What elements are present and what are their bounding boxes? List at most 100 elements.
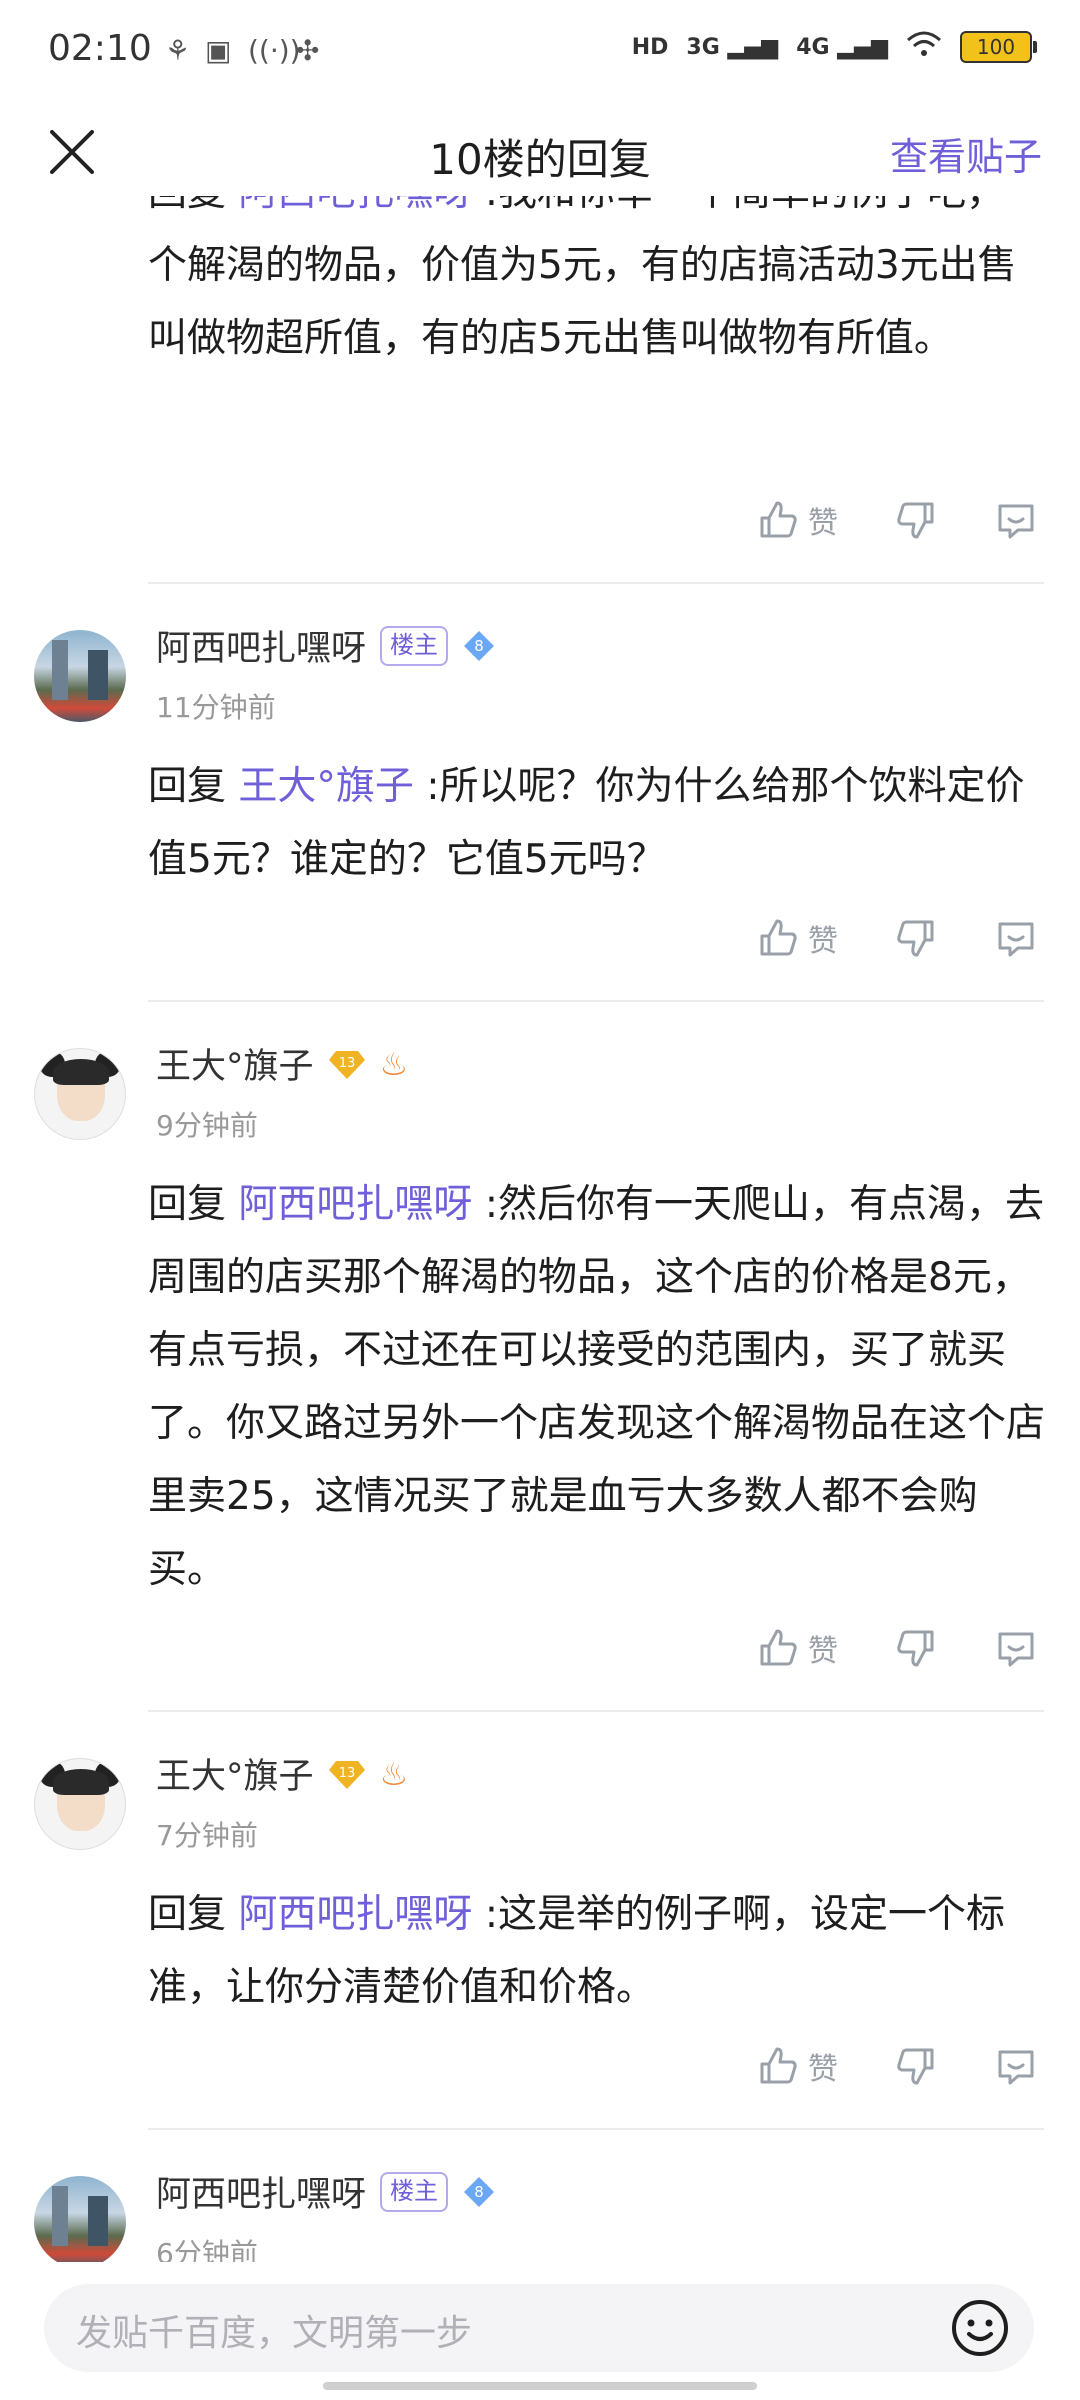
game-notification-icon: ▣ bbox=[205, 34, 232, 67]
reply-prefix: 回复 bbox=[148, 1182, 239, 1227]
thumbs-up-icon bbox=[760, 1629, 797, 1666]
reply-actions: 赞 bbox=[718, 490, 1038, 550]
status-bar: 02:10 ⚘ ▣ ((·)) ✣ HD 3G ▂▄▆ 4G ▂▄▆ 100 bbox=[0, 0, 1080, 100]
mention-link[interactable]: 王大°旗子 bbox=[238, 764, 414, 809]
timestamp: 7分钟前 bbox=[156, 1819, 258, 1852]
thumbs-down-icon bbox=[897, 1630, 934, 1667]
thumbs-down-icon bbox=[897, 920, 934, 957]
timestamp: 9分钟前 bbox=[156, 1109, 258, 1142]
thumbs-down-icon bbox=[897, 2048, 934, 2085]
thumbs-up-icon bbox=[760, 919, 797, 956]
reply-button[interactable] bbox=[994, 916, 1038, 960]
username[interactable]: 王大°旗子 bbox=[156, 1038, 314, 1089]
comment-icon bbox=[998, 2050, 1034, 2085]
emoji-icon[interactable] bbox=[948, 2296, 1012, 2360]
owner-badge: 楼主 bbox=[380, 625, 449, 666]
svg-text:13: 13 bbox=[338, 1056, 355, 1071]
user-row: 阿西吧扎嘿呀 楼主 8 bbox=[156, 620, 496, 671]
home-indicator[interactable] bbox=[323, 2382, 757, 2390]
reply-body: :然后你有一天爬山，有点渴，去周围的店买那个解渴的物品，这个店的价格是8元，有点… bbox=[148, 1182, 1046, 1592]
avatar[interactable] bbox=[34, 2176, 126, 2262]
mention-link[interactable]: 阿西吧扎嘿呀 bbox=[238, 196, 472, 215]
dislike-button[interactable] bbox=[894, 498, 938, 542]
wifi-icon bbox=[906, 30, 942, 64]
status-time: 02:10 bbox=[48, 28, 152, 69]
level-badge-icon: 8 bbox=[464, 630, 495, 661]
level-badge-icon: 13 bbox=[328, 1760, 365, 1789]
like-label: 赞 bbox=[808, 1634, 838, 1669]
reply-button[interactable] bbox=[994, 498, 1038, 542]
reply-actions: 赞 bbox=[718, 1618, 1038, 1678]
status-icons: HD 3G ▂▄▆ 4G ▂▄▆ 100 bbox=[631, 30, 1037, 64]
user-row: 王大°旗子 13 ♨ bbox=[156, 1038, 408, 1089]
svg-text:8: 8 bbox=[474, 637, 484, 655]
thumbs-down-icon bbox=[897, 502, 934, 539]
username[interactable]: 王大°旗子 bbox=[156, 1748, 314, 1799]
divider bbox=[148, 582, 1044, 584]
fan-medal-icon: ♨ bbox=[379, 1044, 409, 1083]
comment-placeholder: 发贴千百度，文明第一步 bbox=[76, 2313, 473, 2354]
avatar[interactable] bbox=[34, 1758, 126, 1850]
user-row: 王大°旗子 13 ♨ bbox=[156, 1748, 408, 1799]
reply-actions: 赞 bbox=[718, 908, 1038, 968]
comment-input[interactable]: 发贴千百度，文明第一步 bbox=[44, 2284, 1034, 2372]
signal-3g-label: 3G bbox=[686, 34, 720, 60]
timestamp: 6分钟前 bbox=[156, 2237, 258, 2262]
level-badge-icon: 13 bbox=[328, 1050, 365, 1079]
reply-button[interactable] bbox=[994, 1626, 1038, 1670]
reply-prefix: 回复 bbox=[148, 196, 238, 215]
reply-body: :我和你举一个简单的例子吧，一个解渴的物品，价值为5元，有的店搞活动3元出售叫做… bbox=[148, 196, 1044, 361]
dislike-button[interactable] bbox=[894, 916, 938, 960]
like-label: 赞 bbox=[808, 924, 838, 959]
svg-text:13: 13 bbox=[338, 1766, 355, 1781]
fan-icon: ✣ bbox=[296, 34, 320, 67]
comment-icon bbox=[998, 504, 1034, 539]
comment-icon bbox=[998, 922, 1034, 957]
avatar[interactable] bbox=[34, 1048, 126, 1140]
reply-text: 回复 阿西吧扎嘿呀 :然后你有一天爬山，有点渴，去周围的店买那个解渴的物品，这个… bbox=[148, 1168, 1048, 1606]
like-button[interactable]: 赞 bbox=[756, 1626, 838, 1670]
view-post-link[interactable]: 查看贴子 bbox=[890, 126, 1042, 181]
like-button[interactable]: 赞 bbox=[756, 916, 838, 960]
level-badge-icon: 8 bbox=[464, 2176, 495, 2207]
mention-link[interactable]: 阿西吧扎嘿呀 bbox=[238, 1182, 472, 1227]
battery-icon: 100 bbox=[960, 31, 1037, 63]
signal-4g-label: 4G bbox=[796, 34, 830, 60]
comment-bar: 发贴千百度，文明第一步 bbox=[0, 2262, 1080, 2400]
divider bbox=[148, 2128, 1044, 2130]
reply-prefix: 回复 bbox=[148, 1892, 239, 1937]
reply-prefix: 回复 bbox=[148, 764, 239, 809]
mention-link[interactable]: 阿西吧扎嘿呀 bbox=[238, 1892, 472, 1937]
owner-badge: 楼主 bbox=[380, 2171, 449, 2212]
like-button[interactable]: 赞 bbox=[756, 2044, 838, 2088]
reply-actions: 赞 bbox=[718, 2036, 1038, 2096]
thumbs-up-icon bbox=[760, 501, 797, 538]
reply-text: 回复 阿西吧扎嘿呀 :这是举的例子啊，设定一个标准，让你分清楚价值和价格。 bbox=[148, 1878, 1048, 2024]
reply-button[interactable] bbox=[994, 2044, 1038, 2088]
divider bbox=[148, 1000, 1044, 1002]
like-label: 赞 bbox=[808, 506, 838, 541]
signal-broadcast-icon: ((·)) bbox=[248, 34, 301, 67]
dislike-button[interactable] bbox=[894, 2044, 938, 2088]
signal-4g-icon: 4G ▂▄▆ bbox=[796, 34, 888, 60]
username[interactable]: 阿西吧扎嘿呀 bbox=[156, 2166, 366, 2217]
like-button[interactable]: 赞 bbox=[756, 498, 838, 542]
svg-text:8: 8 bbox=[474, 2183, 484, 2201]
like-label: 赞 bbox=[808, 2052, 838, 2087]
comment-icon bbox=[998, 1632, 1034, 1667]
reply-list[interactable]: 回复 阿西吧扎嘿呀 :我和你举一个简单的例子吧，一个解渴的物品，价值为5元，有的… bbox=[0, 196, 1080, 2262]
app-notification-icon: ⚘ bbox=[165, 34, 191, 67]
reply-text: 回复 王大°旗子 :所以呢？你为什么给那个饮料定价值5元？谁定的？它值5元吗？ bbox=[148, 750, 1048, 896]
thumbs-up-icon bbox=[760, 2047, 797, 2084]
signal-3g-icon: 3G ▂▄▆ bbox=[686, 34, 779, 60]
divider bbox=[148, 1710, 1044, 1712]
avatar[interactable] bbox=[34, 630, 126, 722]
fan-medal-icon: ♨ bbox=[379, 1754, 409, 1793]
hd-voice-icon: HD bbox=[631, 34, 669, 60]
username[interactable]: 阿西吧扎嘿呀 bbox=[156, 620, 366, 671]
timestamp: 11分钟前 bbox=[156, 691, 276, 724]
top-bar: 10楼的回复 查看贴子 bbox=[0, 108, 1080, 196]
dislike-button[interactable] bbox=[894, 1626, 938, 1670]
user-row: 阿西吧扎嘿呀 楼主 8 bbox=[156, 2166, 496, 2217]
reply-text: 回复 阿西吧扎嘿呀 :我和你举一个简单的例子吧，一个解渴的物品，价值为5元，有的… bbox=[148, 196, 1048, 375]
